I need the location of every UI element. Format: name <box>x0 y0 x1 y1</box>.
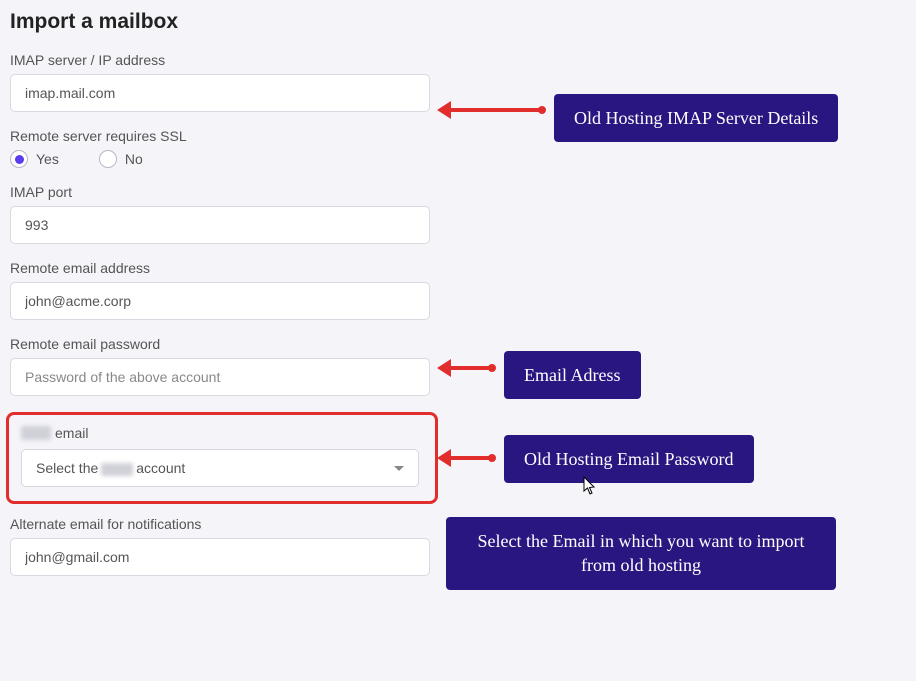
callout-email: Email Adress <box>504 351 641 399</box>
remote-password-label: Remote email password <box>10 336 906 352</box>
imap-port-group: IMAP port <box>10 184 906 244</box>
ssl-yes-label: Yes <box>36 151 59 167</box>
target-email-label-suffix: email <box>55 425 88 441</box>
callout-password: Old Hosting Email Password <box>504 435 754 483</box>
target-email-label: email <box>21 425 423 441</box>
target-email-select-text: Select theaccount <box>36 460 185 476</box>
remote-email-group: Remote email address <box>10 260 906 320</box>
remote-email-input[interactable] <box>10 282 430 320</box>
arrow-icon <box>449 366 493 370</box>
page-title: Import a mailbox <box>10 10 906 34</box>
imap-server-input[interactable] <box>10 74 430 112</box>
alt-email-input[interactable] <box>10 538 430 576</box>
radio-icon <box>10 150 28 168</box>
remote-password-input[interactable] <box>10 358 430 396</box>
cursor-icon <box>583 476 597 496</box>
imap-port-label: IMAP port <box>10 184 906 200</box>
arrow-icon <box>449 456 493 460</box>
redacted-text <box>21 426 51 440</box>
target-email-select[interactable]: Select theaccount <box>21 449 419 487</box>
imap-server-label: IMAP server / IP address <box>10 52 906 68</box>
target-email-highlight: email Select theaccount <box>6 412 438 504</box>
ssl-no-option[interactable]: No <box>99 150 143 168</box>
ssl-yes-option[interactable]: Yes <box>10 150 59 168</box>
arrow-icon <box>449 108 543 112</box>
radio-icon <box>99 150 117 168</box>
imap-port-input[interactable] <box>10 206 430 244</box>
chevron-down-icon <box>394 466 404 471</box>
ssl-radio-row: Yes No <box>10 150 906 168</box>
callout-imap: Old Hosting IMAP Server Details <box>554 94 838 142</box>
ssl-no-label: No <box>125 151 143 167</box>
redacted-text <box>101 463 133 476</box>
callout-select: Select the Email in which you want to im… <box>446 517 836 590</box>
remote-email-label: Remote email address <box>10 260 906 276</box>
